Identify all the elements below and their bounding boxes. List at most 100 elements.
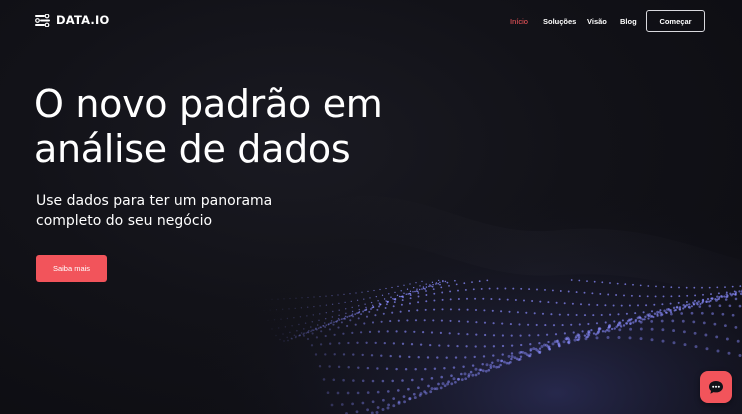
wave-dot <box>478 368 482 372</box>
wave-dot <box>412 392 416 396</box>
wave-dot <box>505 361 509 365</box>
nav-item-solucoes[interactable]: Soluções <box>543 17 576 26</box>
wave-dot <box>401 299 404 302</box>
wave-dot <box>699 302 702 306</box>
wave-dot <box>685 286 688 289</box>
wave-dot <box>478 280 481 283</box>
wave-dot <box>325 312 327 314</box>
wave-dot <box>717 292 720 295</box>
wave-dot <box>361 401 365 405</box>
wave-dot <box>322 378 326 381</box>
wave-dot <box>388 293 390 295</box>
wave-dot <box>425 290 427 292</box>
wave-dot <box>431 285 434 288</box>
wave-dot <box>324 325 327 329</box>
wave-dot <box>575 334 579 338</box>
wave-dot <box>412 291 414 293</box>
hero-subtitle: Use dados para ter um panorama completo … <box>36 191 336 231</box>
wave-dot <box>615 294 618 296</box>
wave-dot <box>466 333 469 336</box>
wave-dot <box>336 391 340 395</box>
wave-dot <box>492 322 495 325</box>
wave-dot <box>584 337 588 341</box>
wave-dot <box>529 347 533 351</box>
brand-logo[interactable]: DATA.IO <box>35 13 109 27</box>
wave-dot <box>718 304 722 308</box>
nav-item-visao[interactable]: Visão <box>587 17 607 26</box>
wave-dot <box>385 303 388 306</box>
wave-dot <box>710 293 712 296</box>
wave-dot <box>491 309 494 312</box>
wave-dot <box>660 319 664 323</box>
wave-dot <box>634 312 637 315</box>
wave-dot <box>288 308 290 310</box>
wave-dot <box>637 304 639 307</box>
comecar-button[interactable]: Começar <box>646 10 705 32</box>
wave-dot <box>702 293 704 296</box>
hero-subtitle-line-1: Use dados para ter um panorama <box>36 193 273 209</box>
wave-dot <box>392 305 395 308</box>
wave-dot <box>425 300 428 303</box>
wave-dot <box>654 295 657 298</box>
wave-dot <box>350 314 352 317</box>
wave-dot <box>429 390 433 394</box>
wave-dot <box>612 304 615 307</box>
wave-dot <box>492 334 496 337</box>
wave-dot <box>371 304 374 307</box>
wave-dot <box>466 297 468 300</box>
saiba-mais-button[interactable]: Saiba mais <box>36 255 107 282</box>
wave-dot <box>389 354 392 358</box>
wave-dot <box>306 315 308 317</box>
wave-dot <box>286 317 289 320</box>
wave-dot <box>591 292 594 295</box>
wave-dot <box>518 351 522 355</box>
wave-dot <box>386 301 389 304</box>
wave-dot <box>499 363 502 367</box>
wave-dot <box>518 323 521 326</box>
wave-dot <box>275 334 277 337</box>
wave-dot <box>360 313 363 316</box>
wave-dot <box>331 303 334 305</box>
wave-dot <box>730 293 733 297</box>
wave-dot <box>424 308 427 311</box>
wave-dot <box>593 280 596 283</box>
wave-dot <box>376 367 379 370</box>
wave-dot <box>620 304 623 307</box>
wave-dot <box>454 356 458 359</box>
wave-dot <box>647 317 650 320</box>
wave-dot <box>694 299 696 302</box>
wave-dot <box>539 300 542 303</box>
wave-dot <box>510 355 514 358</box>
wave-dot <box>628 304 631 307</box>
wave-dot <box>674 308 677 312</box>
wave-dot <box>625 322 628 325</box>
wave-dot <box>315 328 318 331</box>
wave-dot <box>510 352 514 355</box>
wave-dot <box>466 320 469 323</box>
nav-item-inicio[interactable]: Início <box>510 17 528 26</box>
wave-dot <box>421 288 423 290</box>
wave-dot <box>398 355 402 358</box>
wave-dot <box>447 344 450 347</box>
wave-dot <box>437 382 440 386</box>
wave-dot <box>374 341 377 345</box>
wave-dot <box>408 355 411 359</box>
nav-item-blog[interactable]: Blog <box>620 17 637 26</box>
wave-dot <box>590 328 593 332</box>
wave-dot <box>338 309 340 311</box>
wave-dot <box>450 382 454 386</box>
wave-dot <box>380 354 383 357</box>
wave-dot <box>559 290 562 292</box>
wave-dot <box>409 302 411 305</box>
wave-dot <box>700 311 704 315</box>
wave-dot <box>486 279 489 282</box>
wave-dot <box>383 341 386 345</box>
wave-dot <box>347 366 350 369</box>
wave-dot <box>421 280 423 282</box>
wave-dot <box>332 310 334 313</box>
wave-dot <box>385 367 389 371</box>
chat-widget-button[interactable] <box>700 371 732 403</box>
wave-dot <box>411 378 414 382</box>
wave-dot <box>378 305 380 308</box>
wave-dot <box>413 286 415 289</box>
